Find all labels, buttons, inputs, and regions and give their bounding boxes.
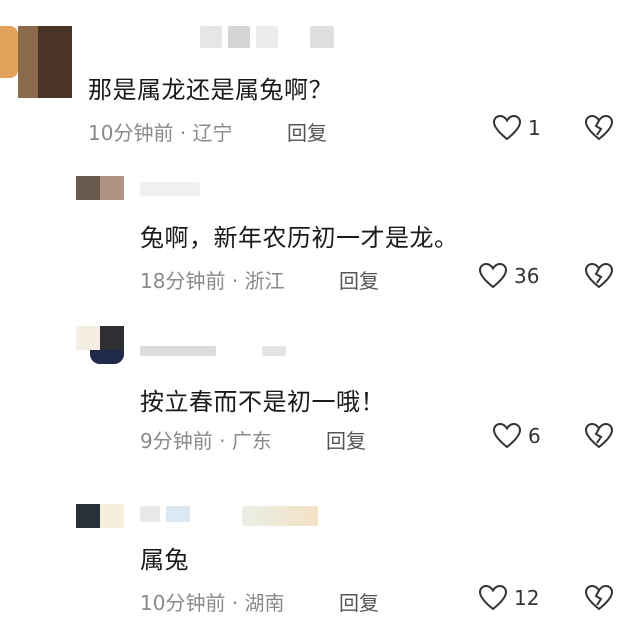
heart-outline-icon <box>492 422 522 449</box>
comment-meta: 18分钟前 · 浙江 <box>140 265 285 294</box>
comment-text: 属兔 <box>140 546 189 574</box>
reply-button[interactable]: 回复 <box>339 587 379 616</box>
dislike-button[interactable] <box>584 584 614 616</box>
meta-separator: · <box>219 429 226 453</box>
comment-text: 兔啊，新年农历初一才是龙。 <box>140 224 459 252</box>
like-count: 36 <box>514 264 540 288</box>
like-button[interactable]: 36 <box>478 262 539 290</box>
broken-heart-icon <box>584 584 614 611</box>
broken-heart-icon <box>584 422 614 449</box>
comment-time: 10分钟前 <box>88 121 174 145</box>
heart-outline-icon <box>478 584 508 611</box>
like-button[interactable]: 12 <box>478 584 539 612</box>
avatar-badge <box>90 350 124 364</box>
comment-2: 兔啊，新年农历初一才是龙。 18分钟前 · 浙江 回复 36 <box>0 160 640 310</box>
comment-meta: 10分钟前 · 辽宁 <box>88 117 233 146</box>
avatar[interactable] <box>0 26 72 98</box>
comment-location: 湖南 <box>244 591 285 615</box>
comment-4: 属兔 10分钟前 · 湖南 回复 12 <box>0 470 640 625</box>
comment-location: 浙江 <box>244 269 285 293</box>
like-button[interactable]: 1 <box>492 114 541 142</box>
broken-heart-icon <box>584 114 614 141</box>
like-count: 1 <box>528 116 541 140</box>
meta-separator: · <box>231 269 239 293</box>
comment-time: 10分钟前 <box>140 591 226 615</box>
avatar[interactable] <box>76 504 124 528</box>
username[interactable] <box>200 26 334 48</box>
comment-location: 辽宁 <box>192 121 233 145</box>
comment-time: 9分钟前 <box>140 429 213 453</box>
username[interactable] <box>140 506 318 526</box>
reply-button[interactable]: 回复 <box>339 265 379 294</box>
reply-button[interactable]: 回复 <box>326 425 366 454</box>
username[interactable] <box>140 182 200 196</box>
heart-outline-icon <box>492 114 522 141</box>
dislike-button[interactable] <box>584 114 614 146</box>
comment-location: 广东 <box>231 429 272 453</box>
comment-meta: 9分钟前 · 广东 <box>140 425 272 454</box>
comment-text: 按立春而不是初一哦！ <box>140 388 385 416</box>
comment-time: 18分钟前 <box>140 269 226 293</box>
broken-heart-icon <box>584 262 614 289</box>
meta-separator: · <box>179 121 187 145</box>
comment-text: 那是属龙还是属兔啊？ <box>88 76 333 104</box>
comment-1: 那是属龙还是属兔啊？ 10分钟前 · 辽宁 回复 1 <box>0 0 640 160</box>
avatar[interactable] <box>76 326 124 350</box>
comment-meta: 10分钟前 · 湖南 <box>140 587 285 616</box>
comment-3: 按立春而不是初一哦！ 9分钟前 · 广东 回复 6 <box>0 310 640 470</box>
like-count: 6 <box>528 424 541 448</box>
heart-outline-icon <box>478 262 508 289</box>
avatar[interactable] <box>76 176 124 200</box>
like-button[interactable]: 6 <box>492 422 541 450</box>
dislike-button[interactable] <box>584 422 614 454</box>
username[interactable] <box>140 346 286 356</box>
like-count: 12 <box>514 586 540 610</box>
reply-button[interactable]: 回复 <box>287 117 327 146</box>
meta-separator: · <box>231 591 239 615</box>
dislike-button[interactable] <box>584 262 614 294</box>
